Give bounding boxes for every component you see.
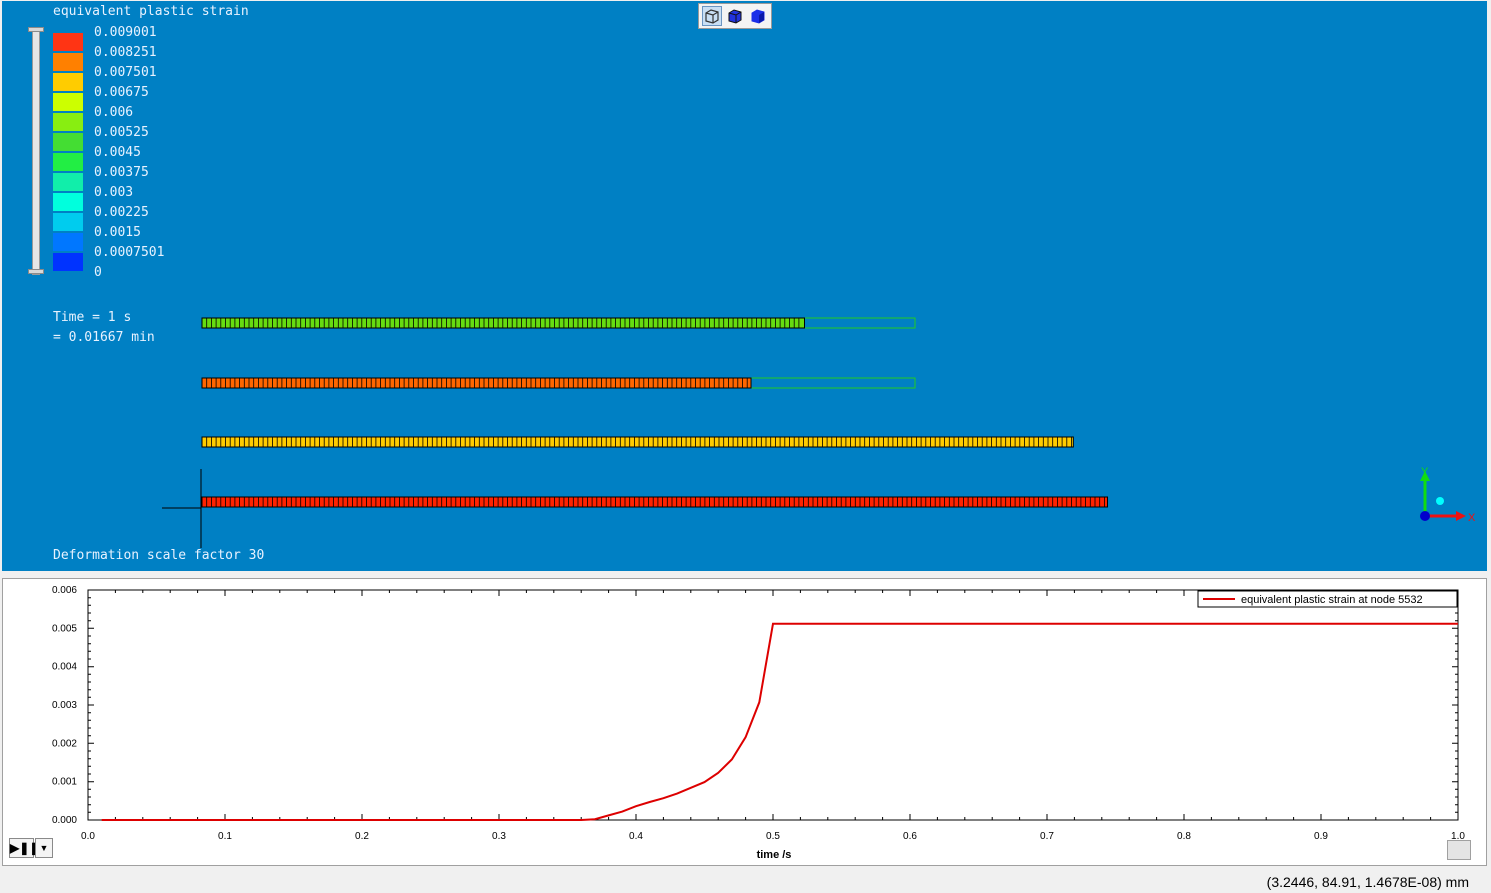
plot-panel[interactable]: 0.0 0.1 0.2 0.3 0.4 0.5 0.6 0.7 0.8 0.9 1.0 0.000 0…	[2, 578, 1487, 866]
y-axis-label: Y	[1421, 466, 1429, 478]
deformed-bar[interactable]	[201, 496, 1109, 508]
axis-triad: Y X	[1420, 466, 1476, 524]
x-tick-label: 0.2	[355, 831, 369, 842]
y-tick-label: 0.006	[52, 585, 77, 596]
x-tick-label: 0.1	[218, 831, 232, 842]
x-tick-label: 0.5	[766, 831, 780, 842]
y-tick-labels: 0.000 0.001 0.002 0.003 0.004 0.005 0.006	[52, 585, 77, 826]
model-canvas[interactable]	[2, 1, 1487, 571]
viewpoint-marker	[1436, 497, 1444, 505]
x-axis-label: X	[1468, 512, 1476, 524]
bar-body	[201, 496, 1109, 508]
strain-time-chart: 0.0 0.1 0.2 0.3 0.4 0.5 0.6 0.7 0.8 0.9 1.0 0.0000…	[52, 585, 1465, 861]
deformed-bar[interactable]	[201, 377, 752, 389]
x-tick-label: 0.3	[492, 831, 506, 842]
x-tick-label: 0.4	[629, 831, 643, 842]
x-tick-label: 0.8	[1177, 831, 1191, 842]
deformation-scale-label: Deformation scale factor 30	[53, 548, 265, 563]
model-viewport[interactable]: equivalent plastic strain 0.009001 0.0082…	[2, 1, 1487, 571]
plot-corner-button[interactable]	[1447, 840, 1471, 860]
bar-body	[201, 377, 752, 389]
y-tick-label: 0.001	[52, 777, 77, 788]
x-tick-label: 0.7	[1040, 831, 1054, 842]
x-tick-label: 0.6	[903, 831, 917, 842]
deformed-bar[interactable]	[201, 436, 1074, 448]
y-tick-label: 0.003	[52, 700, 77, 711]
x-axis-title: time /s	[757, 849, 792, 861]
y-tick-label: 0.000	[52, 815, 77, 826]
deformed-bars	[201, 317, 1109, 508]
bar-body	[201, 436, 1074, 448]
playback-menu-button[interactable]: ▼	[35, 838, 53, 858]
play-pause-button[interactable]: ▶❚❚	[9, 838, 39, 858]
x-tick-label: 0.9	[1314, 831, 1328, 842]
y-tick-label: 0.002	[52, 738, 77, 749]
x-tick-labels: 0.0 0.1 0.2 0.3 0.4 0.5 0.6 0.7 0.8 0.9 1.0	[81, 831, 1465, 842]
legend-series-label: equivalent plastic strain at node 5532	[1241, 594, 1423, 606]
y-tick-label: 0.005	[52, 623, 77, 634]
x-axis-arrowhead	[1456, 511, 1466, 521]
z-axis-dot	[1420, 511, 1430, 521]
y-tick-label: 0.004	[52, 662, 77, 673]
cursor-coordinates: (3.2446, 84.91, 1.4678E-08) mm	[1266, 874, 1469, 890]
x-tick-label: 0.0	[81, 831, 95, 842]
deformed-bar[interactable]	[201, 317, 805, 329]
